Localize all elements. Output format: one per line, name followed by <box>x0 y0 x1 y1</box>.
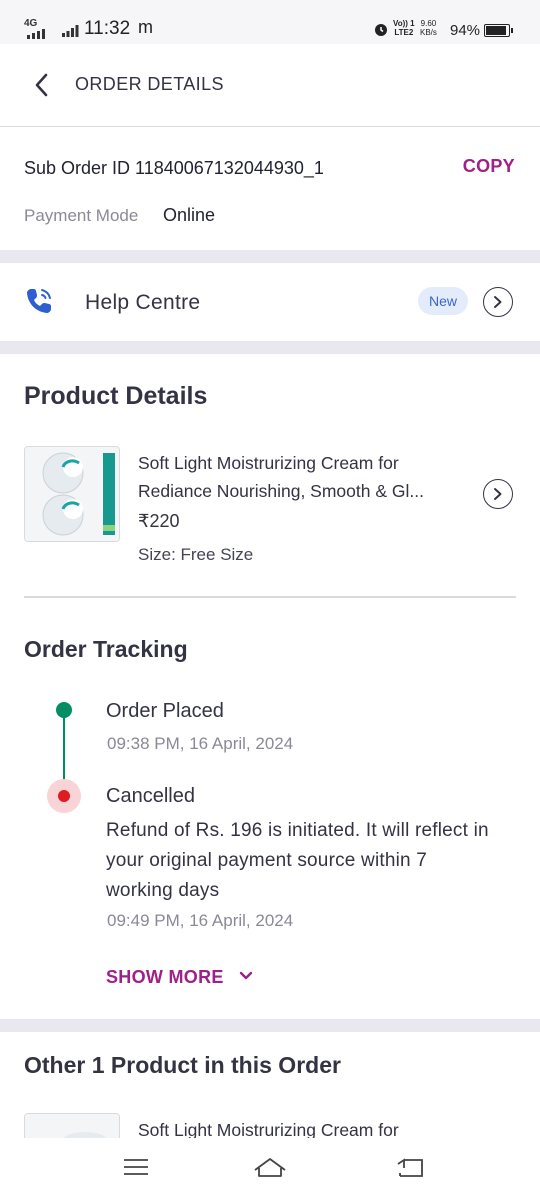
copy-button[interactable]: COPY <box>463 156 515 177</box>
chevron-down-icon <box>239 971 253 980</box>
signal-icon <box>27 29 45 39</box>
payment-mode-value: Online <box>163 205 216 225</box>
order-tracking-title: Order Tracking <box>24 636 188 662</box>
carrier-icon: m <box>138 17 153 37</box>
volte-indicator: Vo)) 1 LTE2 <box>393 19 415 37</box>
step-title: Cancelled <box>106 785 195 807</box>
product-image[interactable] <box>24 1113 120 1138</box>
clock: 11:32 <box>84 18 131 39</box>
divider <box>24 596 516 598</box>
product-price: ₹220 <box>138 511 180 531</box>
battery-percent: 94% <box>450 22 481 39</box>
step-placed-dot <box>56 702 72 718</box>
product-size: Size: Free Size <box>138 545 254 564</box>
product-name[interactable]: Soft Light Moistrurizing Cream for Redia… <box>138 449 458 505</box>
section-divider <box>0 1019 540 1032</box>
step-title: Order Placed <box>106 700 224 722</box>
back-arrow-icon[interactable] <box>30 71 56 99</box>
product-image[interactable] <box>24 446 120 542</box>
suborder-section: Sub Order ID 11840067132044930_1 COPY Pa… <box>0 128 540 250</box>
system-nav-bar <box>0 1138 540 1200</box>
phone-icon <box>27 289 51 313</box>
back-icon[interactable] <box>396 1156 426 1180</box>
section-divider <box>0 250 540 263</box>
page-title: ORDER DETAILS <box>75 74 224 94</box>
network-speed: 9.60 KB/s <box>420 19 437 37</box>
home-icon[interactable] <box>252 1156 288 1180</box>
step-cancelled-dot <box>58 790 70 802</box>
payment-mode-label: Payment Mode <box>24 206 139 225</box>
help-centre-row[interactable]: Help Centre New <box>0 263 540 341</box>
product-details-title: Product Details <box>24 382 208 410</box>
menu-icon[interactable] <box>122 1156 150 1178</box>
step-time: 09:38 PM, 16 April, 2024 <box>107 734 294 753</box>
alarm-icon <box>375 24 387 36</box>
step-time: 09:49 PM, 16 April, 2024 <box>107 911 294 930</box>
status-bar: 4G 11:32 m Vo)) 1 LTE2 9.60 KB/s 94% <box>0 0 540 44</box>
help-centre-label: Help Centre <box>85 291 201 314</box>
new-badge: New <box>418 287 468 315</box>
product-name[interactable]: Soft Light Moistrurizing Cream for <box>138 1116 458 1138</box>
battery-icon <box>484 24 513 37</box>
suborder-id: Sub Order ID 11840067132044930_1 <box>24 158 324 178</box>
cream-jar-image <box>25 447 119 541</box>
chevron-right-icon[interactable] <box>483 479 513 509</box>
step-description: Refund of Rs. 196 is initiated. It will … <box>106 820 489 901</box>
section-divider <box>0 341 540 354</box>
show-more-button[interactable]: SHOW MORE <box>106 967 253 988</box>
app-header: ORDER DETAILS <box>0 44 540 127</box>
chevron-right-icon[interactable] <box>483 287 513 317</box>
other-products-title: Other 1 Product in this Order <box>24 1052 341 1078</box>
signal-icon <box>62 25 79 37</box>
